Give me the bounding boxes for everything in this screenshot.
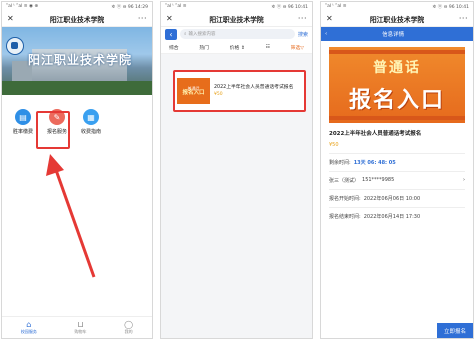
end-label: 报名结束时间: [329, 214, 361, 220]
detail-body: 2022上半年社会人员普通话考试报名 ¥50 剩余时间: 13天 06: 48:… [321, 129, 473, 225]
poster-line2: 报名入口 [348, 88, 445, 113]
search-row: ‹ ⌕ 输入搜索内容 搜索 [161, 27, 312, 41]
cart-icon: ⊔ [77, 320, 84, 329]
user-phone: 151****9985 [362, 177, 395, 183]
status-bar: ʺal ᵗ ʺal ≋ ✲ ⓝ ⊖ 96 10:41 [321, 2, 473, 11]
detail-header: ‹ 信息详情 [321, 27, 473, 41]
more-icon[interactable]: ··· [291, 14, 307, 23]
receipt-icon: ▤ [15, 109, 31, 125]
status-bar: ʺal ᵗ ʺal ≋ ✲ ⓝ ⊖ 96 10:41 [161, 2, 312, 11]
funnel-icon: ▽ [300, 45, 304, 51]
highlight-box [36, 111, 70, 149]
bottom-tab-bar: ⌂ 校园服务 ⊔ 购物车 ◯ 我的 [2, 316, 152, 338]
menu-label: 收费指南 [80, 129, 101, 135]
more-icon[interactable]: ··· [452, 14, 468, 23]
status-left: ʺal ᵗ ʺal ≋ [165, 4, 187, 9]
title-bar: ✕ 阳江职业技术学院 ··· [161, 11, 312, 27]
remaining-label: 剩余时间: [329, 160, 351, 166]
menu-item-fee-guide[interactable]: ▦ 收费指南 [76, 109, 106, 135]
screen-list: ʺal ᵗ ʺal ≋ ✲ ⓝ ⊖ 96 10:41 ✕ 阳江职业技术学院 ··… [160, 1, 313, 339]
remaining-value: 13天 06: 48: 05 [353, 160, 396, 166]
filter-bar: 综合 热门 价格 ⇕ ☷ 筛选▽ [161, 41, 312, 54]
page-title: 阳江职业技术学院 [49, 15, 105, 24]
poster-line1: 普通话 [373, 60, 421, 76]
poster-banner: 普通话 报名入口 [329, 47, 465, 123]
start-value: 2022年06月06日 10:00 [363, 196, 421, 202]
detail-price: ¥50 [329, 142, 339, 148]
user-icon: ◯ [124, 320, 134, 329]
poster-stripe [329, 50, 465, 54]
tab-label: 购物车 [74, 329, 87, 334]
grid-toggle-icon[interactable]: ☷ [266, 45, 270, 50]
banner-trees [2, 81, 152, 95]
close-icon[interactable]: ✕ [326, 14, 342, 23]
close-icon[interactable]: ✕ [166, 14, 182, 23]
detail-title: 2022上半年社会人员普通话考试报名 [329, 131, 422, 137]
tab-label: 校园服务 [20, 329, 37, 334]
status-right: ✲ ⓝ ⊖ 96 10:41 [432, 4, 469, 10]
end-value: 2022年06月14日 17:30 [363, 214, 421, 220]
campus-banner: 阳江职业技术学院 [2, 27, 152, 95]
filter-comprehensive[interactable]: 综合 [169, 44, 179, 51]
service-menu: ▤ 胜率缴费 ✎ 报名服务 ▦ 收费指南 [2, 95, 152, 135]
filter-hot[interactable]: 热门 [199, 44, 209, 51]
detail-header-title: 信息详情 [382, 32, 405, 38]
tab-mine[interactable]: ◯ 我的 [124, 320, 133, 335]
filter-screen-label: 筛选 [290, 45, 301, 51]
status-right: ✲ ⓝ ⊖ 96 14:29 [111, 4, 148, 10]
title-bar: ✕ 阳江职业技术学院 ··· [321, 11, 473, 27]
poster-stripe [329, 116, 465, 120]
pointer-arrow-icon [46, 154, 96, 278]
user-name: 张三（测试） [329, 178, 360, 184]
page-title: 阳江职业技术学院 [209, 15, 264, 24]
guide-icon: ▦ [83, 109, 99, 125]
chevron-right-icon: › [463, 177, 465, 183]
end-time-row: 报名结束时间: 2022年06月14日 17:30 [329, 207, 465, 225]
search-icon: ⌕ [184, 32, 187, 37]
status-right: ✲ ⓝ ⊖ 96 10:41 [271, 4, 308, 10]
tab-campus-service[interactable]: ⌂ 校园服务 [21, 320, 37, 335]
banner-school-name: 阳江职业技术学院 [28, 53, 133, 67]
register-now-button[interactable]: 立即报名 [437, 323, 473, 338]
search-button[interactable]: 搜索 [298, 31, 308, 38]
filter-price[interactable]: 价格 ⇕ [230, 44, 245, 51]
status-left: ʺal ᵗ ʺal ≋ [325, 4, 347, 9]
page-title: 阳江职业技术学院 [369, 15, 425, 24]
tab-cart[interactable]: ⊔ 购物车 [75, 320, 87, 335]
start-time-row: 报名开始时间: 2022年06月06日 10:00 [329, 189, 465, 207]
screen-detail: ʺal ᵗ ʺal ≋ ✲ ⓝ ⊖ 96 10:41 ✕ 阳江职业技术学院 ··… [320, 1, 474, 339]
user-row[interactable]: 张三（测试） 151****9985 › [329, 171, 465, 189]
filter-screen[interactable]: 筛选▽ [291, 44, 304, 51]
highlight-box [173, 70, 306, 112]
close-icon[interactable]: ✕ [7, 14, 23, 23]
title-bar: ✕ 阳江职业技术学院 ··· [2, 11, 152, 27]
home-icon: ⌂ [26, 320, 32, 329]
school-logo-icon [6, 37, 24, 55]
start-label: 报名开始时间: [329, 196, 361, 202]
tab-label: 我的 [124, 329, 133, 334]
status-left: ʺal ᵗ ʺal ≋ ◉ ⊕ [6, 4, 39, 9]
menu-item-payment[interactable]: ▤ 胜率缴费 [8, 109, 38, 135]
menu-label: 胜率缴费 [12, 129, 33, 135]
screen-home: ʺal ᵗ ʺal ≋ ◉ ⊕ ✲ ⓝ ⊖ 96 14:29 ✕ 阳江职业技术学… [1, 1, 153, 339]
search-placeholder: 输入搜索内容 [188, 32, 216, 37]
back-button[interactable]: ‹ [165, 28, 177, 40]
remaining-time-row: 剩余时间: 13天 06: 48: 05 [329, 153, 465, 171]
status-bar: ʺal ᵗ ʺal ≋ ◉ ⊕ ✲ ⓝ ⊖ 96 14:29 [2, 2, 152, 11]
search-input[interactable]: ⌕ 输入搜索内容 [180, 29, 295, 39]
more-icon[interactable]: ··· [131, 14, 147, 23]
